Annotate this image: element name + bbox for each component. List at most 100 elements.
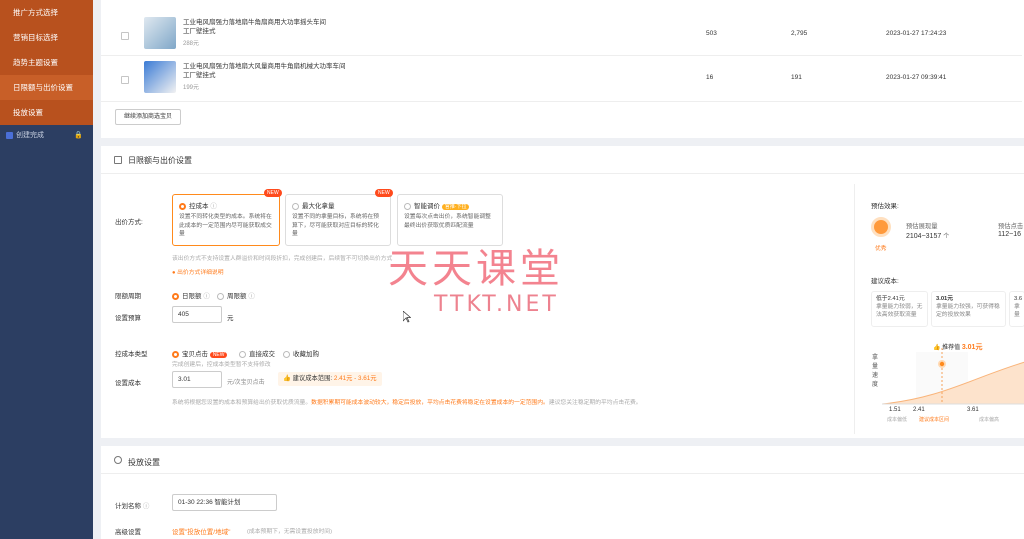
lock-icon: 🔒 <box>74 132 83 139</box>
card-desc: 拿量能力较强，可获得稳定的投放效果 <box>936 304 1000 318</box>
sidebar-item-trend-topic[interactable]: 趋势主题设置 <box>0 50 93 75</box>
product-time: 2023-01-27 17:24:23 <box>886 30 947 37</box>
plan-name-input[interactable]: 01-30 22:36 智能计划 <box>172 494 277 511</box>
advanced-settings-link[interactable]: 设置"投放位置/地域" <box>172 526 230 536</box>
product-subtitle: 工厂壁挂式 <box>183 72 216 79</box>
radio-label: 宝贝点击 <box>182 351 208 358</box>
sidebar-item-created[interactable]: 创建完成 🔒 <box>0 127 93 145</box>
card-desc: 拿量能力较弱，无法高效获取流量 <box>876 304 923 318</box>
advanced-hint: (成本预期下，无需设置投放时间) <box>247 529 333 535</box>
product-title: 工业电风扇强力落地扇牛角扇商用大功率摇头车间 <box>183 19 326 26</box>
section-header: 投放设置 <box>101 446 1024 474</box>
tick-sub-label: 成本偏高 <box>979 417 1000 423</box>
card-price: 3.6 <box>1014 296 1023 302</box>
cost-input[interactable]: 3.01 <box>172 371 222 388</box>
cost-type-fav-radio[interactable]: 收藏加购 <box>283 348 319 358</box>
watermark-text: 天天课堂 <box>388 246 564 292</box>
recommend-point <box>939 361 945 367</box>
card-price: 3.01元 <box>936 296 954 302</box>
radio-icon <box>179 202 186 210</box>
table-row: 工业电风扇强力落地扇牛角扇商用大功率摇头车间 工厂壁挂式 288元 503 2,… <box>101 10 1022 56</box>
section-title: 投放设置 <box>128 458 160 467</box>
period-weekly-radio[interactable]: 周限额 ⓘ <box>217 290 255 300</box>
section-header: 日限额与出价设置 <box>101 146 1024 174</box>
product-thumbnail <box>144 17 176 49</box>
bid-method-help-link[interactable]: ● 出价方式详细说明 <box>172 267 224 276</box>
period-daily-radio[interactable]: 日限额 ⓘ <box>172 290 210 300</box>
option-title: 智能调价 <box>414 203 440 210</box>
cost-card-mid[interactable]: 3.01元拿量能力较强，可获得稳定的投放效果 <box>931 291 1006 327</box>
note-orange: 数据积累期可能成本波动较大，稳定后投放，平均点击花费将稳定在设置成本的一定范围内… <box>311 400 549 406</box>
tick-label: 1.51 <box>889 407 901 413</box>
radio-icon <box>404 202 411 210</box>
option-desc: 设置每次点击出价，系统智能调整最终出价获取优质匹配流量 <box>404 214 491 229</box>
impressions-unit: 个 <box>943 234 950 240</box>
new-badge: NEW <box>209 352 228 358</box>
product-price: 199元 <box>183 85 200 91</box>
plan-name-label-text: 计划名称 <box>115 503 141 510</box>
help-link-text: 出价方式详细说明 <box>177 270 224 276</box>
settings-icon <box>114 456 122 464</box>
radio-icon <box>239 350 246 358</box>
option-desc: 设置不同转化类型的成本。系统将在此成本的一定范围内尽可能获取成交量 <box>179 214 272 237</box>
plan-name-label: 计划名称 ⓘ <box>115 503 150 510</box>
range-label: 建议成本范围: <box>292 375 333 382</box>
cost-unit: 元/次宝贝点击 <box>227 380 265 386</box>
product-subtitle: 工厂壁挂式 <box>183 28 216 35</box>
suggest-cost-title: 建议成本: <box>871 278 899 285</box>
section-title: 日限额与出价设置 <box>128 156 192 165</box>
option-title: 最大化拿量 <box>302 203 335 210</box>
row-checkbox[interactable] <box>121 32 129 40</box>
radio-label: 直接成交 <box>249 351 275 358</box>
tick-sub-label: 成本偏低 <box>887 417 908 423</box>
product-metric-1: 16 <box>706 74 714 81</box>
row-checkbox[interactable] <box>121 76 129 84</box>
product-time: 2023-01-27 09:39:41 <box>886 74 947 81</box>
cost-note: 系统将根据您设置的成本和预算给出价获取优质流量。数据积累期可能成本波动较大，稳定… <box>172 397 792 406</box>
radio-icon <box>172 292 179 300</box>
cost-range-tag: 👍 建议成本范围: 2.41元 - 3.61元 <box>278 372 382 386</box>
tick-label: 3.61 <box>967 407 979 413</box>
sidebar-item-launch-settings[interactable]: 投放设置 <box>0 100 93 125</box>
bid-method-label: 出价方式: <box>115 219 143 226</box>
new-badge: NEW <box>375 189 393 197</box>
cost-card-high[interactable]: 3.6 拿量 <box>1009 291 1024 327</box>
radio-icon <box>172 350 179 358</box>
launch-settings-card: 投放设置 计划名称 ⓘ 01-30 22:36 智能计划 高级设置 设置"投放位… <box>101 446 1024 539</box>
radio-label: 收藏加购 <box>293 351 319 358</box>
cost-card-low[interactable]: 低于2.41元拿量能力较弱，无法高效获取流量 <box>871 291 928 327</box>
radio-icon <box>283 350 290 358</box>
radio-label: 日限额 <box>182 293 202 300</box>
estimate-impressions-label: 预估展现量 <box>906 223 938 230</box>
product-price: 288元 <box>183 41 200 47</box>
budget-input[interactable]: 405 <box>172 306 222 323</box>
bid-option-control-cost[interactable]: 控成本 ⓘ 设置不同转化类型的成本。系统将在此成本的一定范围内尽可能获取成交量 <box>172 194 280 246</box>
add-more-products-button[interactable]: 继续添加商选宝贝 <box>115 109 181 125</box>
card-price: 低于2.41元 <box>876 296 905 302</box>
tick-sub-label: 建议成本区间 <box>919 417 950 423</box>
estimate-clicks-label: 预估点击 <box>998 223 1024 230</box>
sidebar: 推广方式选择 营销目标选择 趋势主题设置 日限额与出价设置 投放设置 创建完成 … <box>0 0 93 539</box>
grade-icon <box>871 217 891 237</box>
recommend-label-text: 推荐值 <box>942 345 961 351</box>
tick-label: 2.41 <box>913 407 925 413</box>
period-label: 限额周期 <box>115 293 141 300</box>
recommend-badge: 官推·下拉 <box>441 204 470 210</box>
cost-type-click-radio[interactable]: 宝贝点击 NEW <box>172 348 228 358</box>
estimate-title: 预估效果: <box>871 203 899 210</box>
sidebar-item-marketing-goal[interactable]: 营销目标选择 <box>0 25 93 50</box>
grade-label: 优秀 <box>875 246 887 252</box>
product-metric-1: 503 <box>706 30 717 37</box>
note-gray: 系统将根据您设置的成本和预算给出价获取优质流量。 <box>172 400 312 406</box>
sidebar-item-budget-bid[interactable]: 日限额与出价设置 <box>0 75 93 100</box>
chart-y-label: 拿量速度 <box>872 355 879 388</box>
sidebar-item-promo-method[interactable]: 推广方式选择 <box>0 0 93 25</box>
budget-unit: 元 <box>227 315 234 322</box>
cost-type-deal-radio[interactable]: 直接成交 <box>239 348 275 358</box>
radio-icon <box>217 292 224 300</box>
recommend-label: 👍 推荐值 3.01元 <box>933 344 983 351</box>
bid-option-max-volume[interactable]: 最大化拿量 设置不同的拿量目标，系统将在预算下，尽可能获取对应目标的转化量 <box>285 194 391 246</box>
budget-label: 设置预算 <box>115 315 141 322</box>
estimate-impressions-value: 2104~3157 个 <box>906 231 949 240</box>
recommend-value: 3.01元 <box>961 344 983 351</box>
